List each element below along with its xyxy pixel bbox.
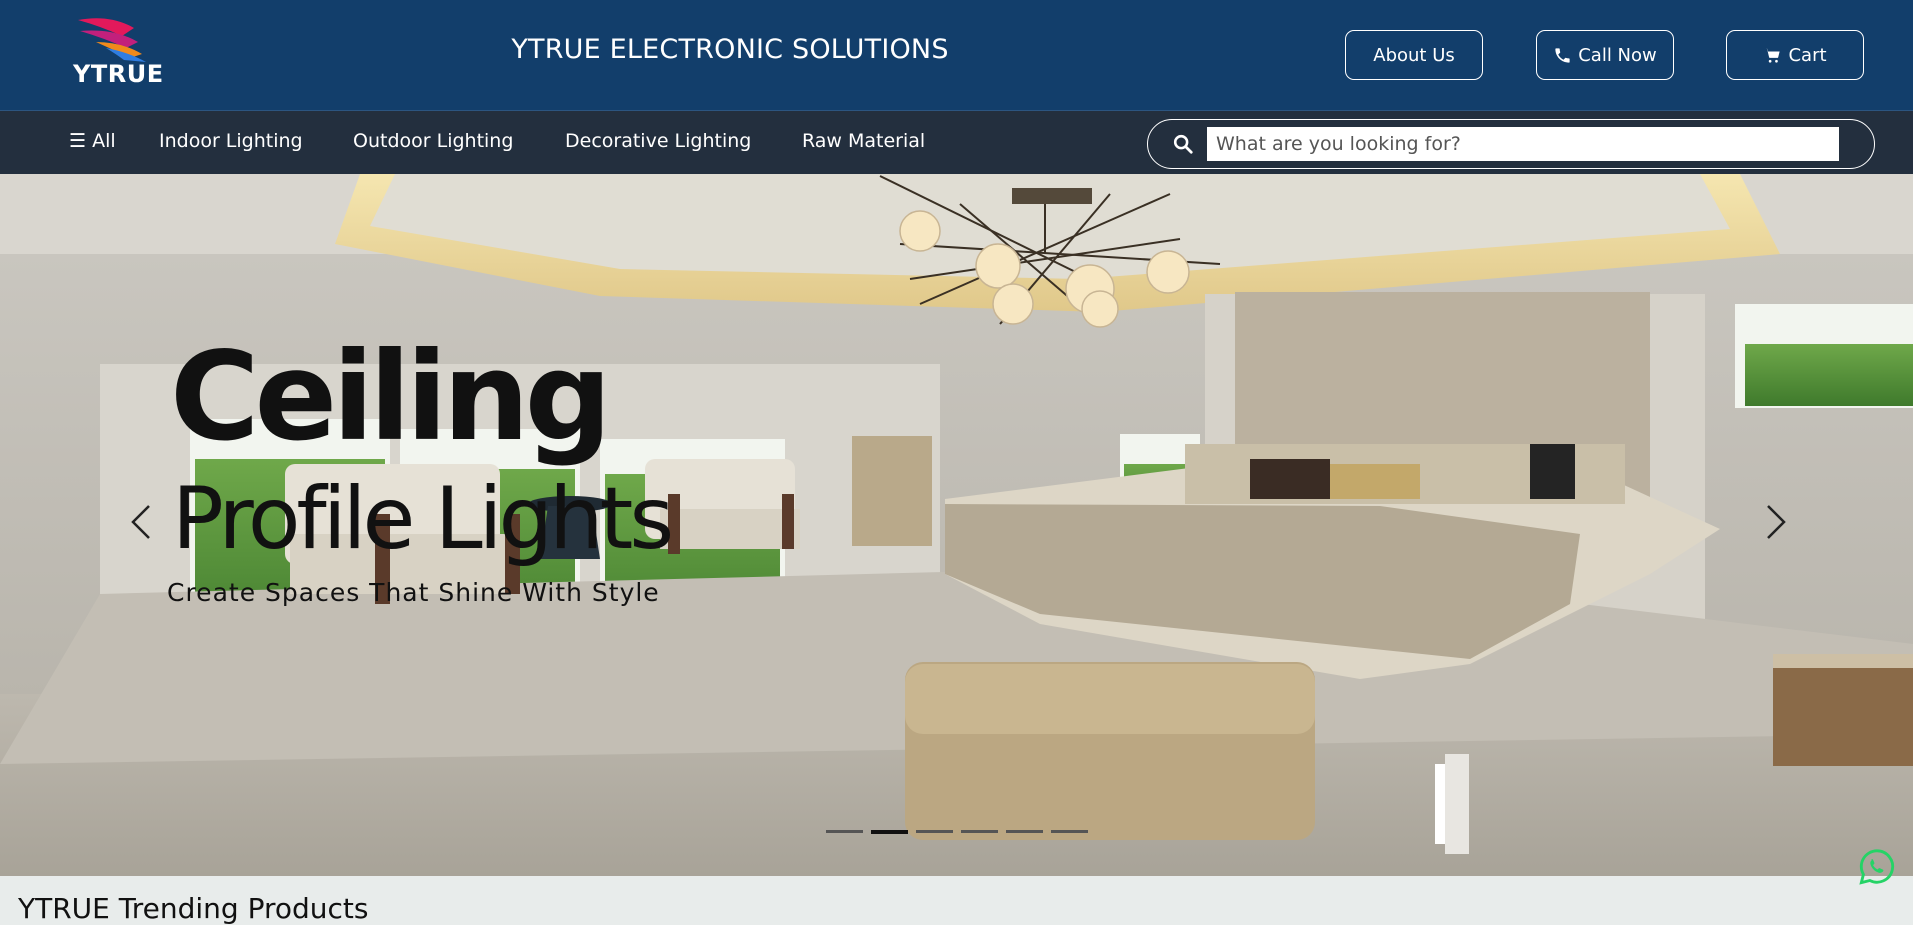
whatsapp-icon[interactable] bbox=[1858, 848, 1896, 886]
carousel-indicators bbox=[826, 830, 1088, 836]
top-header: YTRUE YTRUE ELECTRONIC SOLUTIONS About U… bbox=[0, 0, 1913, 111]
carousel-dot[interactable] bbox=[1006, 830, 1043, 833]
about-us-button[interactable]: About Us bbox=[1345, 30, 1483, 80]
hero-tagline: Create Spaces That Shine With Style bbox=[167, 578, 660, 607]
search-input[interactable] bbox=[1207, 127, 1839, 161]
carousel-dot[interactable] bbox=[916, 830, 953, 833]
carousel-dot[interactable] bbox=[871, 830, 908, 834]
call-now-button[interactable]: Call Now bbox=[1536, 30, 1674, 80]
nav-all-menu[interactable]: ☰ All bbox=[69, 130, 116, 152]
logo-text: YTRUE bbox=[73, 60, 164, 88]
nav-item-indoor-lighting[interactable]: Indoor Lighting bbox=[159, 130, 303, 152]
about-us-label: About Us bbox=[1373, 44, 1455, 66]
carousel-dot[interactable] bbox=[826, 830, 863, 833]
cart-button[interactable]: Cart bbox=[1726, 30, 1864, 80]
hero-title-line1: Ceiling bbox=[170, 326, 612, 468]
carousel-dot[interactable] bbox=[961, 830, 998, 833]
site-logo[interactable]: YTRUE bbox=[70, 14, 166, 94]
cart-label: Cart bbox=[1788, 44, 1827, 66]
carousel-dot[interactable] bbox=[1051, 830, 1088, 833]
nav-item-decorative-lighting[interactable]: Decorative Lighting bbox=[565, 130, 751, 152]
hero-title-line2: Profile Lights bbox=[172, 469, 674, 569]
cart-icon bbox=[1765, 47, 1781, 63]
nav-item-raw-material[interactable]: Raw Material bbox=[802, 130, 925, 152]
chevron-left-icon[interactable] bbox=[127, 502, 157, 542]
trending-section-title: YTRUE Trending Products bbox=[18, 892, 369, 925]
nav-bar: ☰ All Indoor Lighting Outdoor Lighting D… bbox=[0, 111, 1913, 174]
nav-item-outdoor-lighting[interactable]: Outdoor Lighting bbox=[353, 130, 513, 152]
logo-icon bbox=[78, 18, 146, 62]
phone-icon bbox=[1555, 47, 1570, 63]
search-bar bbox=[1147, 119, 1875, 169]
site-title: YTRUE ELECTRONIC SOLUTIONS bbox=[511, 34, 949, 65]
search-icon[interactable] bbox=[1172, 133, 1194, 155]
chevron-right-icon[interactable] bbox=[1760, 502, 1790, 542]
hero-carousel: Ceiling Profile Lights Create Spaces Tha… bbox=[0, 174, 1913, 876]
call-now-label: Call Now bbox=[1578, 44, 1657, 66]
